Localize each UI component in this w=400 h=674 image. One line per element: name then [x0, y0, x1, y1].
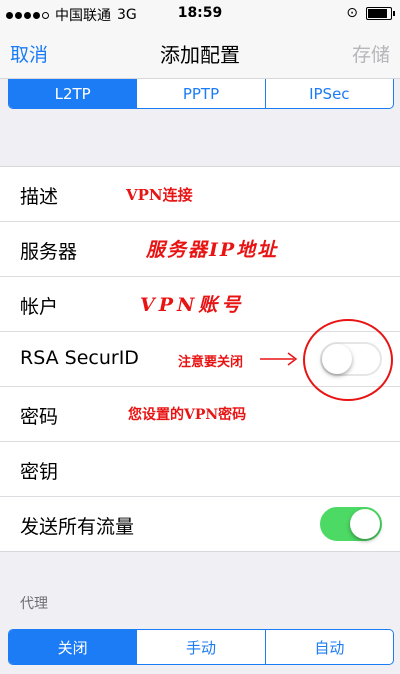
- rsa-securid-row: RSA SecurID 注意要关闭: [0, 319, 400, 401]
- password-annotation: 您设置的VPN密码: [128, 407, 247, 423]
- vpn-type-segmented-control: L2TP PPTP IPSec: [8, 79, 394, 109]
- server-annotation: 服务器IP地址: [146, 239, 279, 261]
- send-all-traffic-row: 发送所有流量: [0, 497, 400, 551]
- vpn-form-group: 描述 VPN连接 服务器 服务器IP地址 帐户 VPN账号 RSA SecurI…: [0, 166, 400, 552]
- orientation-lock-icon: ⊙: [346, 5, 358, 21]
- server-label: 服务器: [20, 241, 78, 263]
- battery-icon: [366, 6, 395, 20]
- send-all-traffic-toggle[interactable]: [320, 507, 382, 541]
- segment-pptp[interactable]: PPTP: [136, 79, 264, 108]
- server-row[interactable]: 服务器 服务器IP地址: [0, 222, 400, 277]
- status-bar: 中国联通 3G 18:59 ⊙: [0, 0, 400, 28]
- password-row[interactable]: 密码 您设置的VPN密码: [0, 387, 400, 442]
- account-label: 帐户: [20, 296, 59, 318]
- save-button[interactable]: 存储: [352, 40, 390, 67]
- proxy-section-header: 代理: [20, 596, 48, 612]
- send-all-traffic-label: 发送所有流量: [20, 516, 135, 538]
- segment-l2tp[interactable]: L2TP: [9, 79, 137, 108]
- segment-proxy-off[interactable]: 关闭: [9, 630, 137, 664]
- status-time: 18:59: [177, 5, 223, 21]
- toggle-knob: [350, 509, 380, 539]
- secret-label: 密钥: [20, 461, 59, 483]
- rsa-securid-label: RSA SecurID: [20, 347, 139, 369]
- description-label: 描述: [20, 186, 59, 208]
- rsa-annotation: 注意要关闭: [178, 355, 244, 370]
- segment-proxy-manual[interactable]: 手动: [136, 630, 264, 664]
- password-label: 密码: [20, 406, 59, 428]
- segment-ipsec[interactable]: IPSec: [264, 79, 393, 108]
- nav-bar: 取消 添加配置 存储: [0, 28, 400, 79]
- account-annotation: VPN账号: [140, 294, 245, 316]
- arrow-right-icon: [260, 352, 298, 366]
- description-row[interactable]: 描述 VPN连接: [0, 167, 400, 222]
- status-right: ⊙: [346, 5, 395, 21]
- page-title: 添加配置: [160, 43, 240, 67]
- description-annotation: VPN连接: [126, 186, 193, 204]
- secret-row[interactable]: 密钥: [0, 442, 400, 497]
- proxy-segmented-control: 关闭 手动 自动: [8, 629, 394, 665]
- segment-proxy-auto[interactable]: 自动: [264, 630, 393, 664]
